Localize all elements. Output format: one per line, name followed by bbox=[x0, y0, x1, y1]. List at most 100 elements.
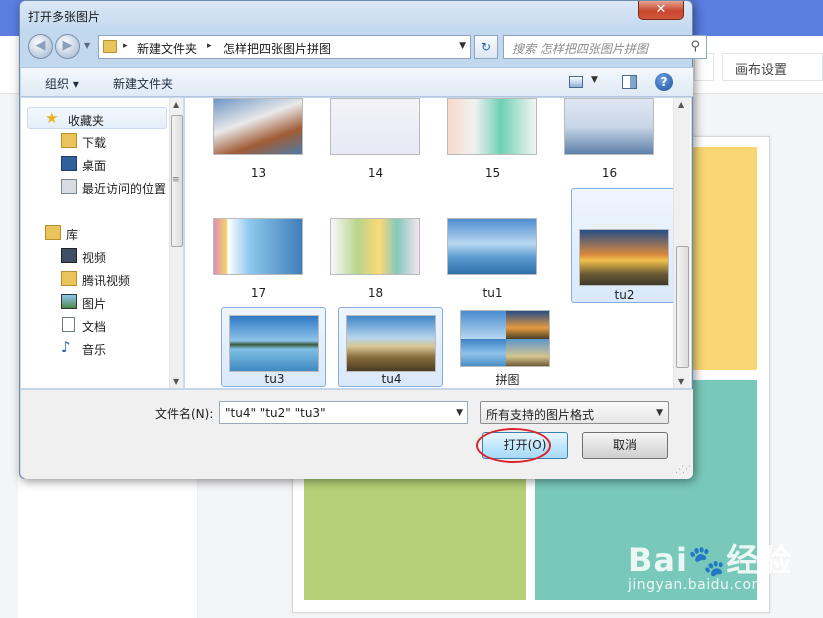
file-list: 13 14 15 16 17 18 tu1 tu2 tu3 tu4 拼图 bbox=[185, 98, 691, 388]
filename-dropdown-icon[interactable]: ▼ bbox=[456, 408, 463, 418]
music-note-icon: ♪ bbox=[61, 338, 71, 356]
refresh-button[interactable]: ↻ bbox=[474, 35, 498, 59]
filename-value: "tu4" "tu2" "tu3" bbox=[225, 406, 326, 420]
breadcrumb-current-folder[interactable]: 怎样把四张图片拼图 bbox=[223, 40, 331, 57]
navigation-row: ◀ ▶ ▼ ▸ 新建文件夹 ▸ 怎样把四张图片拼图 ▼ ↻ 搜索 怎样把四张图片… bbox=[26, 33, 707, 61]
breadcrumb-separator[interactable]: ▸ bbox=[207, 41, 212, 51]
file-name: 13 bbox=[250, 166, 267, 180]
nav-item-downloads[interactable]: 下载 bbox=[21, 130, 181, 152]
file-name: tu4 bbox=[381, 372, 402, 386]
search-input[interactable]: 搜索 怎样把四张图片拼图 ⚲ bbox=[503, 35, 707, 59]
file-name: 16 bbox=[601, 166, 618, 180]
baidu-watermark: Bai🐾经验 jingyan.baidu.com bbox=[628, 535, 818, 605]
file-item-18[interactable]: 18 bbox=[323, 210, 428, 300]
file-thumbnail bbox=[229, 315, 319, 372]
nav-item-tencent-video[interactable]: 腾讯视频 bbox=[21, 268, 181, 290]
file-item-13[interactable]: 13 bbox=[206, 98, 311, 180]
breadcrumb-separator[interactable]: ▸ bbox=[123, 41, 128, 51]
file-type-value: 所有支持的图片格式 bbox=[486, 408, 595, 422]
nav-favorites[interactable]: ★ 收藏夹 bbox=[27, 107, 167, 129]
nav-item-documents[interactable]: 文档 bbox=[21, 314, 181, 336]
file-item-15[interactable]: 15 bbox=[440, 98, 545, 180]
file-thumbnail bbox=[330, 218, 420, 275]
filename-label: 文件名(N): bbox=[155, 407, 214, 421]
watermark-logo: Bai bbox=[628, 541, 688, 579]
file-item-tu4[interactable]: tu4 bbox=[338, 307, 443, 387]
scroll-up-icon[interactable]: ▲ bbox=[678, 100, 684, 109]
nav-item-label: 文档 bbox=[82, 320, 107, 334]
documents-library-icon bbox=[62, 317, 75, 332]
downloads-folder-icon bbox=[61, 133, 77, 148]
file-list-scrollbar[interactable]: ▲ ▼ bbox=[673, 98, 690, 388]
file-type-select[interactable]: 所有支持的图片格式 ▼ bbox=[480, 401, 669, 424]
nav-item-recent[interactable]: 最近访问的位置 bbox=[21, 176, 181, 198]
dialog-title-bar[interactable]: 打开多张图片 ✕ bbox=[20, 1, 692, 29]
scrollbar-thumb[interactable] bbox=[676, 246, 689, 368]
arrow-right-icon: ▶ bbox=[62, 38, 73, 53]
file-thumbnail bbox=[579, 229, 669, 286]
scroll-up-icon[interactable]: ▲ bbox=[173, 100, 179, 109]
file-name: 18 bbox=[367, 286, 384, 300]
command-bar: 组织 ▾ 新建文件夹 ▼ ? bbox=[21, 67, 693, 97]
help-icon[interactable]: ? bbox=[655, 73, 673, 91]
new-folder-button[interactable]: 新建文件夹 bbox=[113, 75, 173, 92]
file-item-tu2[interactable]: tu2 bbox=[571, 188, 676, 303]
nav-item-desktop[interactable]: 桌面 bbox=[21, 153, 181, 175]
close-button[interactable]: ✕ bbox=[638, 1, 684, 20]
view-options-dropdown-icon[interactable]: ▼ bbox=[591, 75, 598, 85]
forward-button[interactable]: ▶ bbox=[55, 34, 80, 59]
address-bar[interactable]: ▸ 新建文件夹 ▸ 怎样把四张图片拼图 ▼ bbox=[98, 35, 471, 59]
back-button[interactable]: ◀ bbox=[28, 34, 53, 59]
navigation-scrollbar[interactable]: ▲ ≡ ▼ bbox=[169, 98, 183, 388]
file-name: 14 bbox=[367, 166, 384, 180]
address-dropdown-icon[interactable]: ▼ bbox=[459, 41, 466, 51]
dialog-title: 打开多张图片 bbox=[28, 10, 101, 24]
filename-input[interactable]: "tu4" "tu2" "tu3" ▼ bbox=[219, 401, 468, 424]
nav-item-label: 下载 bbox=[82, 136, 107, 150]
canvas-settings-button[interactable]: 画布设置 bbox=[722, 53, 823, 81]
nav-item-music[interactable]: ♪ 音乐 bbox=[21, 337, 181, 359]
file-thumbnail bbox=[460, 310, 550, 367]
desktop-icon bbox=[61, 156, 77, 171]
scroll-down-icon[interactable]: ▼ bbox=[678, 377, 684, 386]
file-name: 15 bbox=[484, 166, 501, 180]
file-name: tu2 bbox=[614, 288, 635, 302]
scroll-down-icon[interactable]: ▼ bbox=[173, 377, 179, 386]
file-thumbnail bbox=[213, 98, 303, 155]
nav-item-pictures[interactable]: 图片 bbox=[21, 291, 181, 313]
file-item-collage[interactable]: 拼图 bbox=[455, 307, 560, 388]
nav-item-label: 视频 bbox=[82, 251, 107, 265]
nav-favorites-label: 收藏夹 bbox=[68, 114, 105, 128]
file-item-tu3[interactable]: tu3 bbox=[221, 307, 326, 387]
nav-libraries[interactable]: 库 bbox=[21, 222, 181, 244]
file-item-16[interactable]: 16 bbox=[557, 98, 662, 180]
file-thumbnail bbox=[346, 315, 436, 372]
recent-places-icon bbox=[61, 179, 77, 194]
history-dropdown-icon[interactable]: ▼ bbox=[84, 41, 90, 50]
organize-menu[interactable]: 组织 ▾ bbox=[45, 75, 79, 92]
file-item-17[interactable]: 17 bbox=[206, 210, 311, 300]
search-placeholder: 搜索 怎样把四张图片拼图 bbox=[512, 42, 648, 56]
file-name: 17 bbox=[250, 286, 267, 300]
breadcrumb-new-folder[interactable]: 新建文件夹 bbox=[137, 40, 197, 57]
close-icon: ✕ bbox=[655, 2, 667, 17]
change-view-icon[interactable] bbox=[569, 76, 583, 88]
folder-icon bbox=[103, 40, 117, 53]
file-item-14[interactable]: 14 bbox=[323, 98, 428, 180]
videos-library-icon bbox=[61, 248, 77, 263]
sunset-image bbox=[580, 230, 668, 285]
open-file-dialog: 打开多张图片 ✕ ◀ ▶ ▼ ▸ 新建文件夹 ▸ 怎样把四张图片拼图 ▼ ↻ 搜… bbox=[19, 0, 707, 479]
file-type-dropdown-icon[interactable]: ▼ bbox=[656, 408, 663, 418]
search-icon: ⚲ bbox=[690, 39, 700, 54]
refresh-icon: ↻ bbox=[480, 40, 492, 54]
libraries-icon bbox=[45, 225, 61, 240]
file-item-tu1[interactable]: tu1 bbox=[440, 210, 545, 300]
nav-item-videos[interactable]: 视频 bbox=[21, 245, 181, 267]
preview-pane-icon[interactable] bbox=[622, 75, 637, 89]
nav-item-label: 桌面 bbox=[82, 159, 107, 173]
nav-libraries-label: 库 bbox=[66, 228, 79, 242]
file-thumbnail bbox=[447, 218, 537, 275]
cancel-button[interactable]: 取消 bbox=[582, 432, 668, 459]
resize-grip-icon[interactable]: ⋰⋰ bbox=[675, 465, 691, 475]
dialog-footer: 文件名(N): "tu4" "tu2" "tu3" ▼ 所有支持的图片格式 ▼ … bbox=[21, 389, 693, 479]
